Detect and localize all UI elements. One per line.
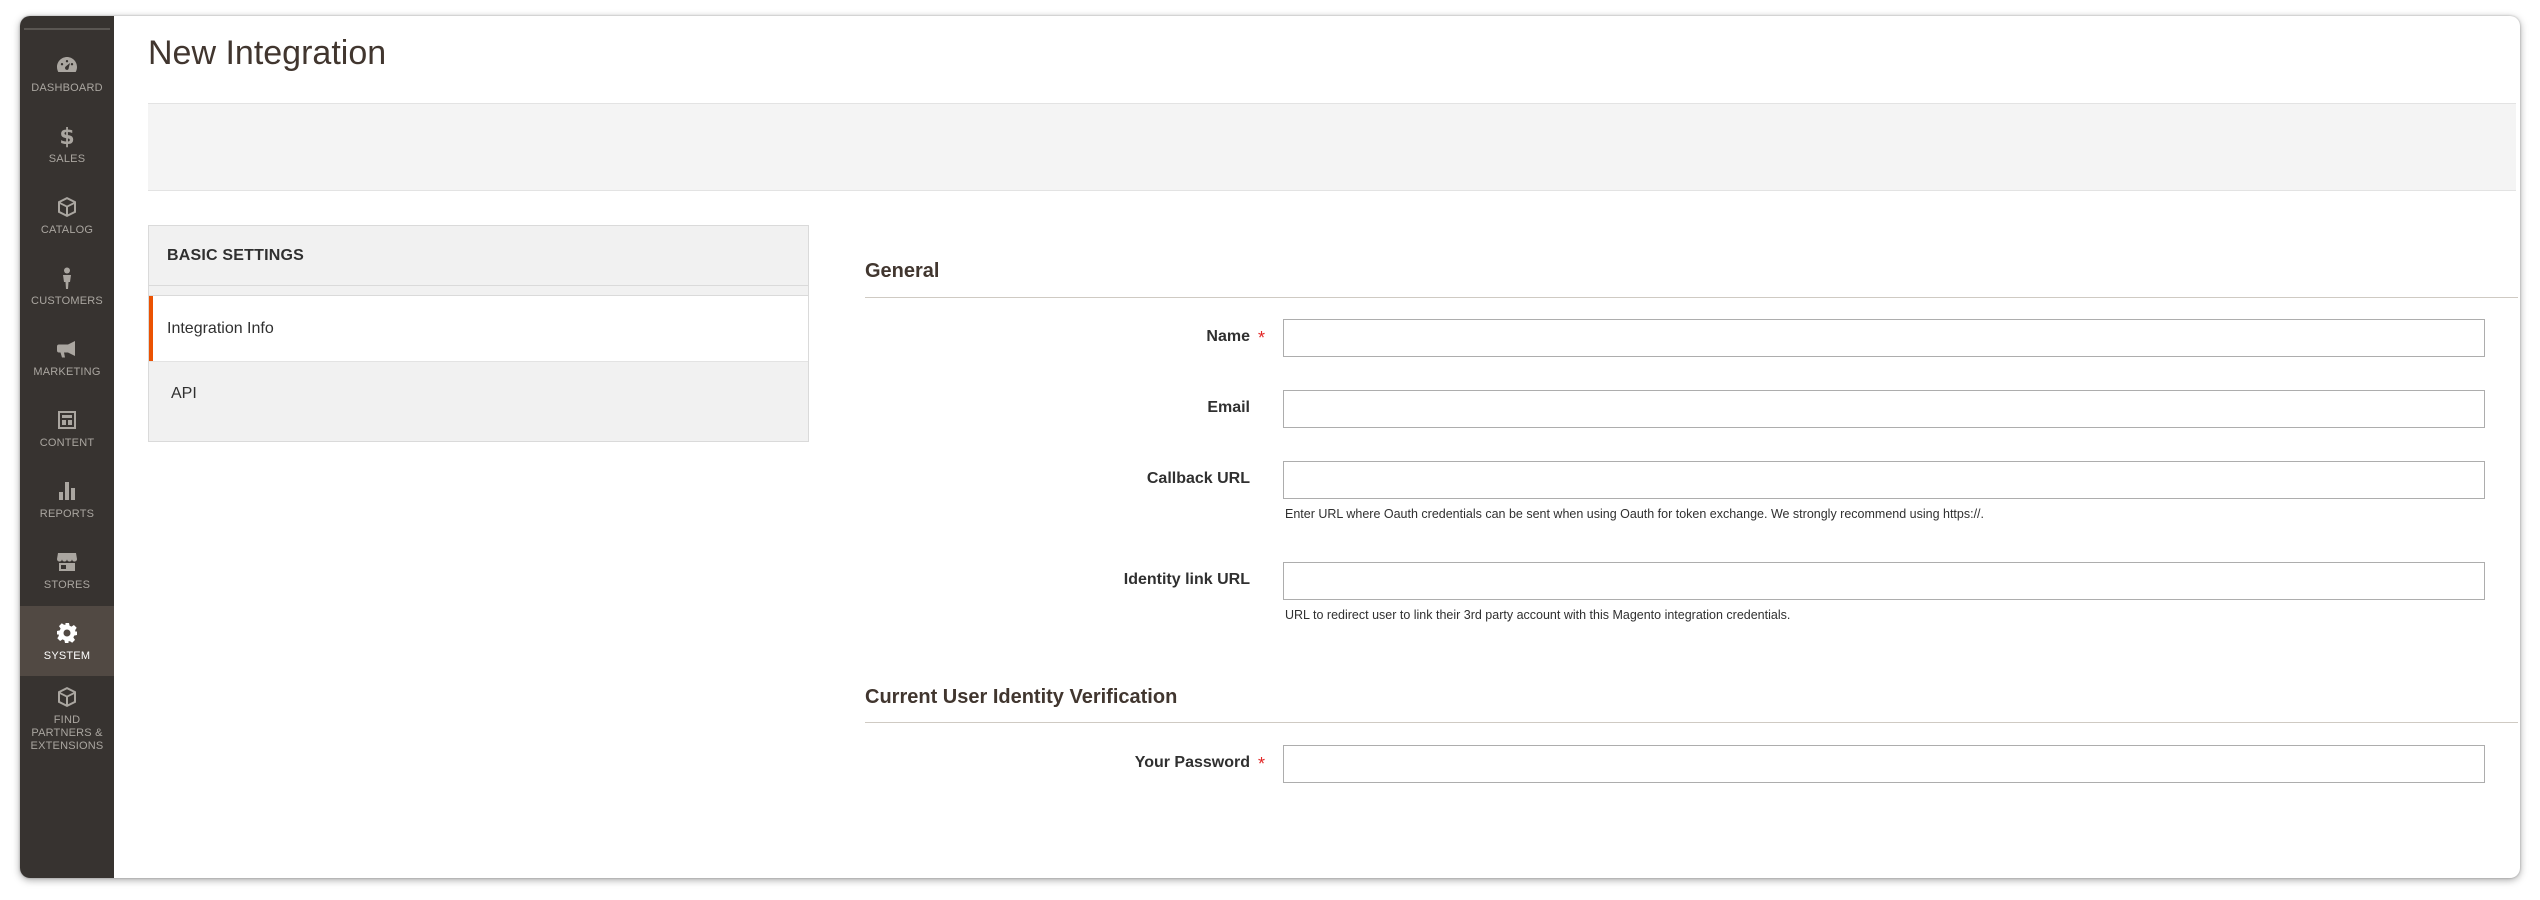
sidebar-logo-divider <box>24 28 110 30</box>
page-actions-bar <box>148 103 2516 191</box>
store-icon <box>54 549 80 575</box>
sidebar-item-label: REPORTS <box>39 507 95 520</box>
password-input[interactable] <box>1283 745 2485 783</box>
tab-api[interactable]: API <box>149 361 808 426</box>
sidebar-item-marketing[interactable]: MARKETING <box>20 322 114 392</box>
name-label-wrap: Name <box>865 319 1250 357</box>
megaphone-icon <box>54 336 80 362</box>
identity-link-url-input[interactable] <box>1283 562 2485 600</box>
settings-tabs: BASIC SETTINGS Integration Info API <box>148 225 809 442</box>
tab-integration-info[interactable]: Integration Info <box>149 296 808 361</box>
gear-icon <box>54 620 80 646</box>
bar-chart-icon <box>54 478 80 504</box>
sidebar-item-label: MARKETING <box>33 365 101 378</box>
sidebar-item-label: FIND PARTNERS & EXTENSIONS <box>30 713 104 752</box>
tabs-divider <box>149 286 808 296</box>
callback-url-input[interactable] <box>1283 461 2485 499</box>
dollar-icon: $ <box>54 123 80 149</box>
sidebar-item-content[interactable]: CONTENT <box>20 393 114 463</box>
sidebar-item-sales[interactable]: $ SALES <box>20 109 114 179</box>
password-label: Your Password <box>1134 754 1250 771</box>
required-asterisk: * <box>1258 754 1266 774</box>
tabs-title: BASIC SETTINGS <box>149 226 808 286</box>
layout-icon <box>54 407 80 433</box>
section-title-general: General <box>865 260 940 282</box>
sidebar-item-customers[interactable]: CUSTOMERS <box>20 251 114 321</box>
password-label-wrap: Your Password <box>865 745 1250 783</box>
sidebar-item-label: CATALOG <box>40 223 94 236</box>
sidebar-item-label: CUSTOMERS <box>31 294 103 307</box>
section-divider <box>865 722 2518 723</box>
name-label: Name <box>1206 328 1250 345</box>
cube-icon <box>54 684 80 710</box>
sidebar-item-catalog[interactable]: CATALOG <box>20 180 114 250</box>
name-input[interactable] <box>1283 319 2485 357</box>
email-label: Email <box>1207 399 1250 416</box>
identity-label-wrap: Identity link URL <box>865 562 1250 600</box>
email-label-wrap: Email <box>865 390 1250 428</box>
sidebar-item-label: SYSTEM <box>43 649 91 662</box>
section-title-verification: Current User Identity Verification <box>865 686 1178 708</box>
svg-text:$: $ <box>59 125 74 148</box>
callback-url-label: Callback URL <box>1146 470 1250 487</box>
person-icon <box>54 265 80 291</box>
sidebar-item-label: STORES <box>43 578 91 591</box>
admin-sidebar: DASHBOARD $ SALES CATALOG CUSTOMERS MARK… <box>20 16 114 878</box>
app-window: DASHBOARD $ SALES CATALOG CUSTOMERS MARK… <box>20 16 2520 878</box>
sidebar-item-find-partners[interactable]: FIND PARTNERS & EXTENSIONS <box>20 678 114 758</box>
identity-link-url-note: URL to redirect user to link their 3rd p… <box>1285 608 1791 622</box>
sidebar-item-label: CONTENT <box>39 436 95 449</box>
box-icon <box>54 194 80 220</box>
sidebar-item-reports[interactable]: REPORTS <box>20 464 114 534</box>
sidebar-item-system[interactable]: SYSTEM <box>20 606 114 676</box>
sidebar-item-label: DASHBOARD <box>31 81 103 94</box>
required-asterisk: * <box>1258 328 1266 348</box>
callback-url-note: Enter URL where Oauth credentials can be… <box>1285 507 1984 521</box>
sidebar-item-dashboard[interactable]: DASHBOARD <box>20 38 114 108</box>
sidebar-item-stores[interactable]: STORES <box>20 535 114 605</box>
page-title: New Integration <box>148 34 387 72</box>
identity-link-url-label: Identity link URL <box>1123 571 1250 588</box>
sidebar-item-label: SALES <box>48 152 86 165</box>
email-input[interactable] <box>1283 390 2485 428</box>
callback-label-wrap: Callback URL <box>865 461 1250 499</box>
section-divider <box>865 297 2518 298</box>
dashboard-icon <box>54 52 80 78</box>
